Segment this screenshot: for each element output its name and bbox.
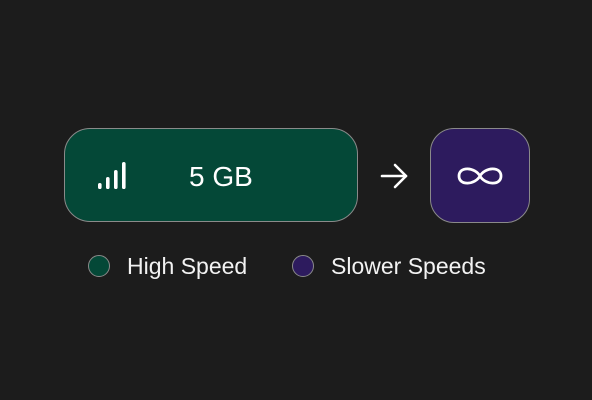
- legend-label-high-speed: High Speed: [127, 253, 248, 279]
- legend-item-slower-speeds: Slower Speeds: [292, 252, 486, 280]
- legend-label-slower-speeds: Slower Speeds: [331, 253, 486, 279]
- legend-item-high-speed: High Speed: [88, 252, 247, 280]
- legend-swatch-slower-speeds: [292, 255, 314, 277]
- infinity-icon: [457, 167, 503, 185]
- signal-bars-icon: [98, 162, 126, 189]
- arrow-right-icon: [380, 163, 408, 189]
- legend-swatch-high-speed: [88, 255, 110, 277]
- data-amount: 5 GB: [189, 161, 253, 192]
